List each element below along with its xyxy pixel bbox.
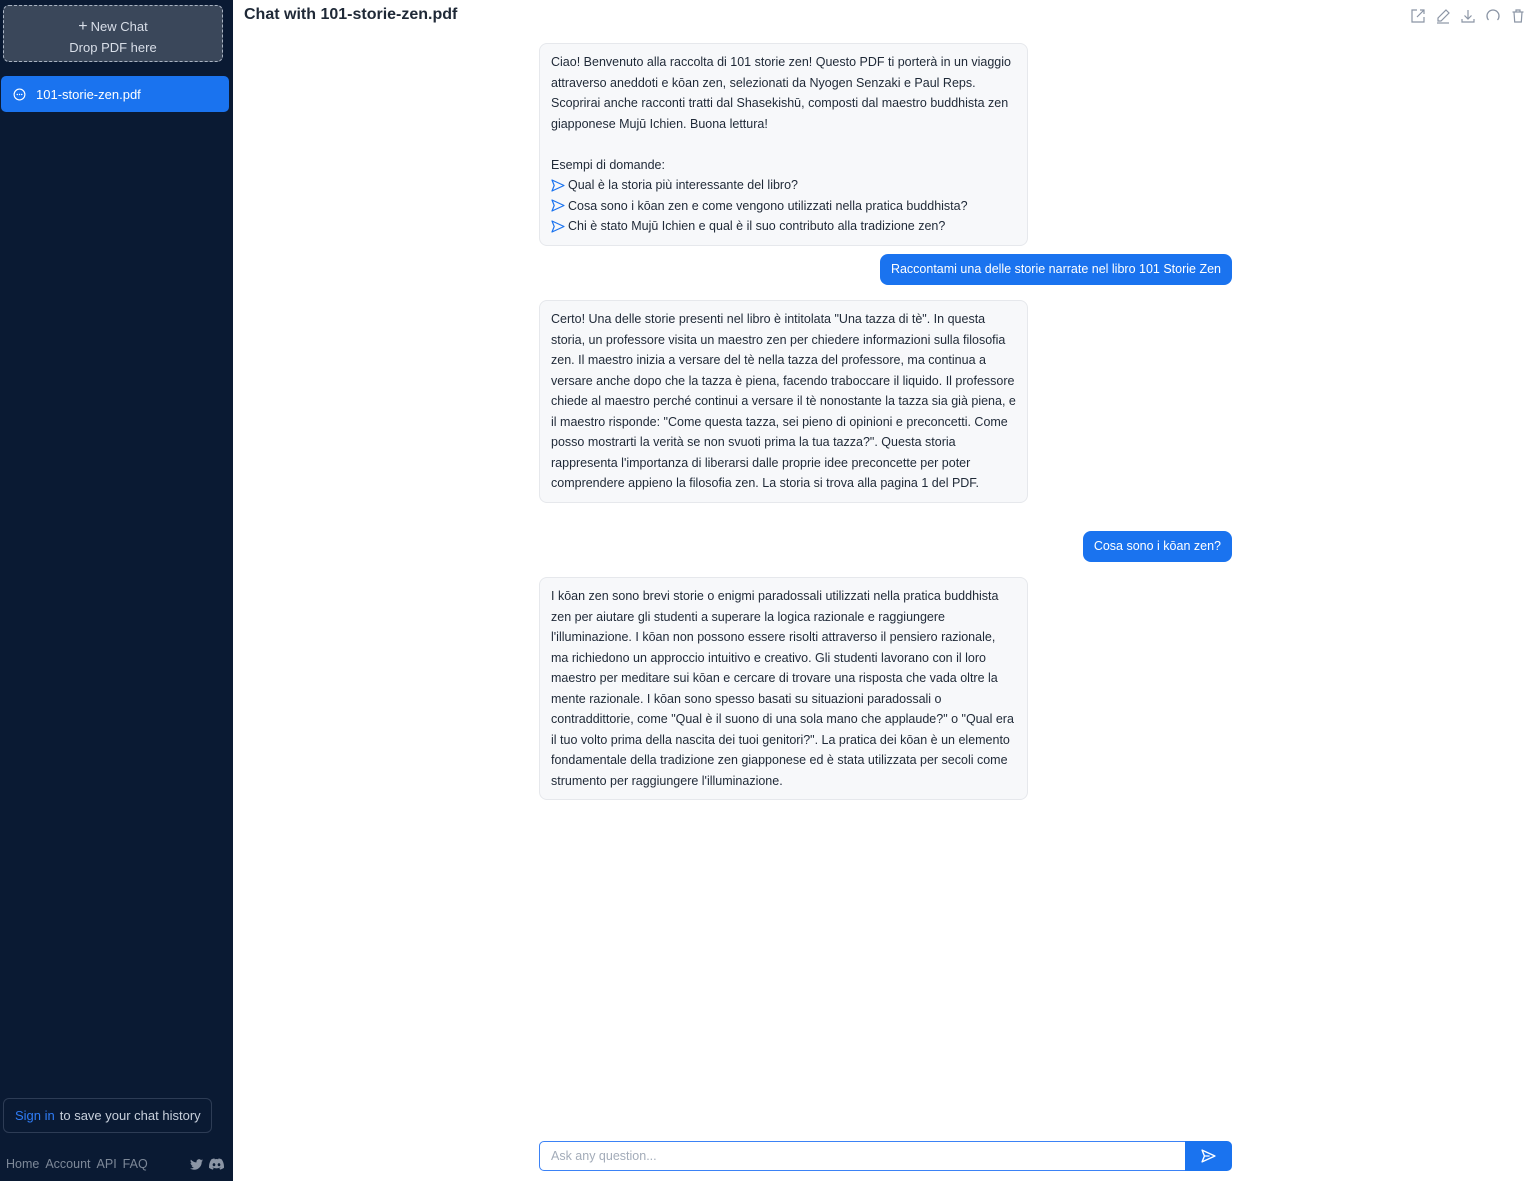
signin-prompt: Sign in to save your chat history — [3, 1098, 212, 1133]
share-icon — [1410, 8, 1425, 23]
send-arrow-icon — [551, 199, 565, 212]
bot-message-text: Certo! Una delle storie presenti nel lib… — [551, 312, 1016, 490]
example-question[interactable]: Qual è la storia più interessante del li… — [551, 175, 1016, 196]
signin-text: to save your chat history — [59, 1108, 201, 1123]
sidebar-chat-item-label: 101-storie-zen.pdf — [36, 86, 141, 102]
examples-title: Esempi di domande: — [551, 157, 665, 172]
send-button[interactable] — [1185, 1141, 1232, 1171]
sidebar-chat-item[interactable]: 101-storie-zen.pdf — [1, 76, 229, 112]
trash-icon — [1512, 8, 1523, 23]
download-button[interactable] — [1459, 7, 1476, 24]
drop-pdf-label: Drop PDF here — [69, 40, 157, 55]
example-question-text: Chi è stato Mujū Ichien e qual è il suo … — [568, 219, 946, 233]
user-message: Cosa sono i kōan zen? — [1082, 531, 1232, 562]
new-chat-dropzone[interactable]: + New Chat Drop PDF here — [3, 5, 223, 62]
signin-link[interactable]: Sign in — [15, 1108, 55, 1123]
example-question[interactable]: Chi è stato Mujū Ichien e qual è il suo … — [551, 216, 1016, 237]
edit-icon — [1436, 8, 1450, 24]
example-question-text: Qual è la storia più interessante del li… — [568, 178, 798, 192]
delete-button[interactable] — [1509, 7, 1526, 24]
footer-link-home[interactable]: Home — [6, 1157, 39, 1171]
page-title: Chat with 101-storie-zen.pdf — [244, 6, 458, 23]
question-input[interactable] — [539, 1141, 1185, 1171]
toolbar — [1409, 7, 1526, 24]
chat-bubble-icon — [13, 88, 26, 100]
refresh-button[interactable] — [1484, 7, 1501, 24]
example-question[interactable]: Cosa sono i kōan zen e come vengono util… — [551, 196, 1016, 217]
chat-input-bar — [539, 1141, 1232, 1171]
download-icon — [1460, 9, 1475, 23]
discord-icon[interactable] — [209, 1158, 224, 1170]
example-question-text: Cosa sono i kōan zen e come vengono util… — [568, 198, 968, 213]
refresh-icon — [1485, 8, 1500, 20]
send-icon — [1201, 1149, 1216, 1163]
new-chat-label: New Chat — [90, 19, 148, 34]
new-chat-button[interactable]: + New Chat — [4, 16, 222, 37]
footer-link-api[interactable]: API — [97, 1157, 117, 1171]
plus-icon: + — [78, 18, 88, 35]
bot-message-welcome: Ciao! Benvenuto alla raccolta di 101 sto… — [539, 43, 1028, 246]
bot-message: Certo! Una delle storie presenti nel lib… — [539, 300, 1028, 503]
send-arrow-icon — [551, 179, 565, 192]
bot-message: I kōan zen sono brevi storie o enigmi pa… — [539, 577, 1028, 800]
footer-link-account[interactable]: Account — [45, 1157, 90, 1171]
welcome-intro: Ciao! Benvenuto alla raccolta di 101 sto… — [551, 55, 1011, 131]
edit-button[interactable] — [1434, 7, 1451, 24]
bot-message-text: I kōan zen sono brevi storie o enigmi pa… — [551, 589, 1014, 788]
share-button[interactable] — [1409, 7, 1426, 24]
footer-links: Home Account API FAQ — [6, 1156, 224, 1172]
sidebar: + New Chat Drop PDF here 101-storie-zen.p… — [0, 0, 233, 1181]
footer-link-faq[interactable]: FAQ — [123, 1157, 148, 1171]
send-arrow-icon — [551, 220, 565, 233]
twitter-icon[interactable] — [190, 1158, 203, 1170]
user-message: Raccontami una delle storie narrate nel … — [879, 254, 1232, 285]
